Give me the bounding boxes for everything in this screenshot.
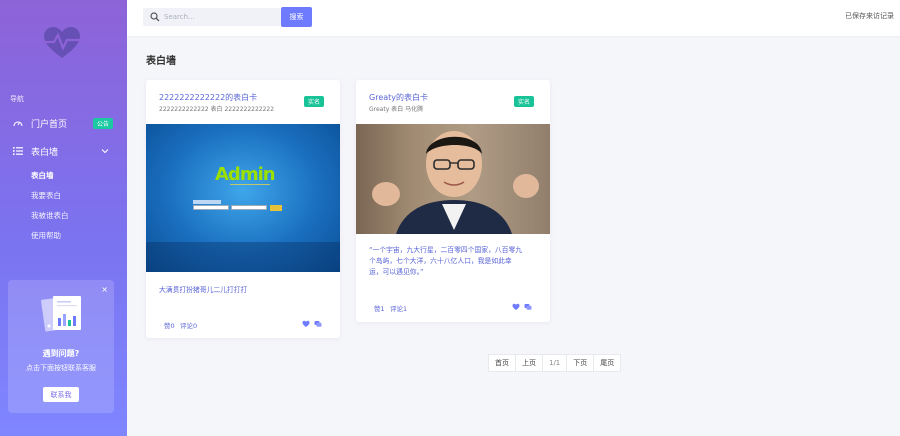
page-indicator: 1/1 — [543, 355, 568, 371]
visited-record-text[interactable]: 已保存来访记录 — [845, 11, 894, 21]
card-message: 大满贯打扮猪哥儿二儿打打打 — [159, 286, 248, 294]
card-message-line: 个岛屿，七个大洋，六十八亿人口，我是如此幸 — [369, 257, 512, 265]
subnav-help[interactable]: 使用帮助 — [31, 230, 61, 241]
card-photo — [356, 124, 550, 234]
admin-logo-text: Admin — [215, 164, 276, 185]
comment-icon[interactable] — [314, 320, 322, 328]
real-name-tag: 实名 — [304, 96, 325, 107]
heart-icon[interactable] — [302, 320, 310, 328]
help-title: 遇到问题? — [42, 349, 80, 358]
card-image: Admin — [146, 124, 340, 272]
card-message-line: “一个宇宙，九大行星，二百零四个国家，八百零九 — [369, 246, 523, 254]
sidebar: 导航 门户首页 公告 表白墙 表白墙 我要表白 我被谁表白 使用帮助 × 遇到问… — [0, 0, 127, 436]
nav-caption: 导航 — [10, 95, 24, 103]
comment-count[interactable]: 评论0 — [180, 320, 197, 330]
card-subtitle: 2222222222222 表白 2222222222222 — [159, 106, 275, 113]
close-icon[interactable]: × — [101, 285, 108, 294]
comment-count[interactable]: 评论1 — [390, 303, 407, 313]
comment-icon[interactable] — [524, 303, 532, 311]
topbar: 搜索 已保存来访记录 — [127, 0, 900, 36]
sidebar-item-label: 表白墙 — [31, 147, 59, 158]
chevron-down-icon — [101, 149, 109, 154]
documents-chart-illustration-icon — [41, 296, 81, 332]
heart-pulse-logo-icon — [42, 27, 82, 58]
list-icon — [13, 147, 23, 155]
card-title[interactable]: Greaty的表白卡 — [369, 92, 428, 103]
search-box — [143, 8, 281, 26]
like-count[interactable]: 赞0 — [164, 320, 175, 330]
confession-card: 2222222222222的表白卡 2222222222222 表白 22222… — [146, 80, 340, 338]
heart-icon[interactable] — [512, 303, 520, 311]
help-subtitle: 点击下面按钮联系客服 — [26, 364, 96, 372]
confession-card: Greaty的表白卡 Greaty 表白 马化腾 实名 “一个宇宙，九大行星，二… — [356, 80, 550, 322]
subnav-make-confession[interactable]: 我要表白 — [31, 190, 61, 201]
help-card: × 遇到问题? 点击下面按钮联系客服 联系我 — [8, 280, 114, 413]
search-button[interactable]: 搜索 — [281, 7, 312, 27]
contact-button[interactable]: 联系我 — [43, 387, 79, 402]
card-message-line: 运，可以遇见你。” — [369, 268, 424, 276]
card-subtitle: Greaty 表白 马化腾 — [369, 106, 424, 113]
sidebar-item-label: 门户首页 — [31, 119, 68, 130]
search-icon — [150, 12, 160, 22]
page-next[interactable]: 下页 — [567, 355, 595, 371]
sidebar-item-portal-home[interactable]: 门户首页 公告 — [0, 113, 127, 133]
page-prev[interactable]: 上页 — [516, 355, 543, 371]
card-title[interactable]: 2222222222222的表白卡 — [159, 92, 257, 103]
page-last[interactable]: 尾页 — [594, 355, 620, 371]
pagination: 首页 上页 1/1 下页 尾页 — [488, 354, 622, 372]
real-name-tag: 实名 — [514, 96, 535, 107]
subnav-confession-wall[interactable]: 表白墙 — [31, 170, 54, 181]
sidebar-item-confession-wall[interactable]: 表白墙 — [0, 141, 127, 161]
portrait-photo-icon — [356, 124, 550, 234]
page-title: 表白墙 — [146, 56, 176, 67]
notice-badge: 公告 — [93, 118, 114, 129]
search-input[interactable] — [164, 10, 274, 24]
subnav-who-confessed-me[interactable]: 我被谁表白 — [31, 210, 69, 221]
like-count[interactable]: 赞1 — [374, 303, 385, 313]
gauge-icon — [13, 121, 23, 127]
page-first[interactable]: 首页 — [489, 355, 516, 371]
